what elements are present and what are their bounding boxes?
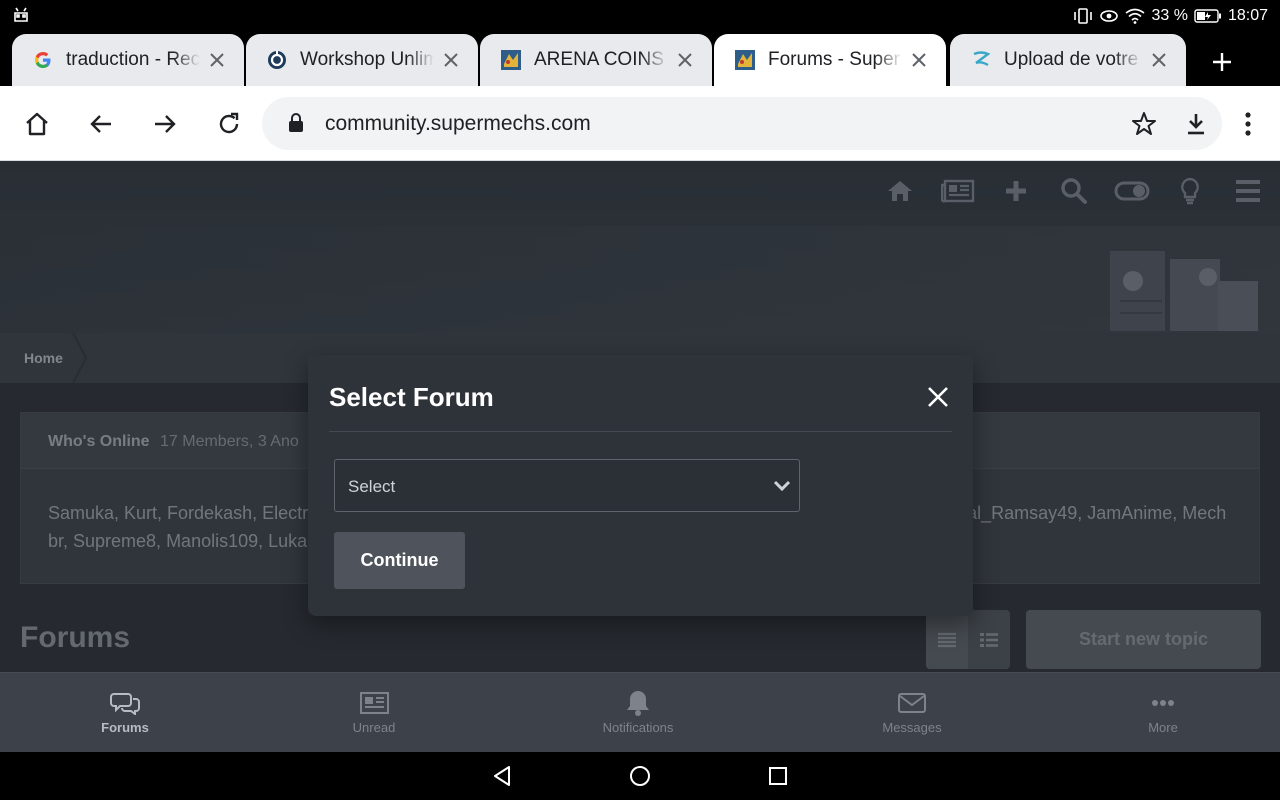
battery-icon [1194,9,1222,23]
close-icon[interactable] [908,49,930,71]
clock: 18:07 [1227,7,1268,24]
back-icon[interactable] [85,108,117,140]
android-nav-bar [0,752,1280,800]
status-bar: 33 % 18:07 [0,0,1280,34]
tab-upload-image[interactable]: Upload de votre image [950,34,1186,86]
tab-forums-supermechs[interactable]: Forums - SuperMechs [714,34,946,86]
forward-icon[interactable] [149,108,181,140]
home-icon[interactable] [882,175,918,207]
plus-icon[interactable] [998,175,1034,207]
tab-title: traduction - Recherche Google [66,49,200,70]
recents-square-icon[interactable] [766,764,790,788]
close-icon[interactable] [674,49,696,71]
zupload-icon [970,49,992,71]
tab-arena-coins[interactable]: ARENA COINS UPDATE [480,34,712,86]
battery-percent: 33 % [1151,7,1188,24]
bell-icon [558,689,718,717]
nav-unread[interactable]: Unread [294,673,454,753]
toggle-icon[interactable] [1114,175,1150,207]
more-dots-icon [1083,689,1243,717]
close-icon[interactable] [1148,49,1170,71]
url-text[interactable]: community.supermechs.com [325,112,591,136]
supermechs-icon [500,49,522,71]
tab-workshop[interactable]: Workshop Unlimited [246,34,478,86]
eye-icon [1099,9,1119,23]
tab-strip: traduction - Recherche Google Workshop U… [0,34,1280,86]
nav-label: Forums [101,720,149,735]
status-right: 33 % 18:07 [1073,7,1268,25]
nav-more[interactable]: More [1083,673,1243,753]
close-icon[interactable] [206,49,228,71]
hamburger-menu-icon[interactable] [1230,175,1266,207]
reload-icon[interactable] [213,108,245,140]
nav-label: More [1148,720,1178,735]
tab-title: ARENA COINS UPDATE [534,49,668,70]
browser-toolbar: community.supermechs.com [0,86,1280,161]
nav-messages[interactable]: Messages [832,673,992,753]
home-circle-icon[interactable] [628,764,652,788]
chat-icon [45,689,205,717]
nav-forums[interactable]: Forums [45,673,205,753]
download-icon[interactable] [1182,110,1210,138]
nav-label: Messages [882,720,942,735]
nav-notifications[interactable]: Notifications [558,673,718,753]
forum-select[interactable]: Select [334,459,800,512]
address-bar[interactable]: community.supermechs.com [262,97,1222,150]
back-triangle-icon[interactable] [490,764,514,788]
chevron-down-icon [773,480,791,492]
lock-icon[interactable] [288,113,308,135]
tab-title: Upload de votre image [1004,49,1142,70]
nav-label: Notifications [602,720,674,735]
home-icon[interactable] [21,108,53,140]
wifi-icon [1125,8,1145,24]
more-vert-icon[interactable] [1236,108,1260,140]
new-tab-icon[interactable] [1206,46,1238,78]
dialog-divider [329,431,952,432]
search-icon[interactable] [1056,175,1092,207]
bottom-navigation: Forums Unread Notifications Messages Mor… [0,672,1280,752]
site-nav-icons [882,175,1266,207]
workshop-icon [266,49,288,71]
newspaper-icon [294,689,454,717]
forum-select-value: Select [348,477,396,496]
continue-button[interactable]: Continue [334,532,465,589]
dialog-title: Select Forum [329,382,494,412]
nav-label: Unread [352,720,396,735]
bookmark-star-icon[interactable] [1130,110,1158,138]
lightbulb-icon[interactable] [1172,175,1208,207]
select-forum-dialog: Select Forum Select Continue [308,355,973,616]
header-scenery [1110,251,1258,331]
tab-title: Forums - SuperMechs [768,49,902,70]
envelope-icon [832,689,992,717]
supermechs-icon [734,49,756,71]
tab-google[interactable]: traduction - Recherche Google [12,34,244,86]
close-icon[interactable] [440,49,462,71]
tab-title: Workshop Unlimited [300,49,434,70]
newspaper-icon[interactable] [940,175,976,207]
vibrate-icon [1073,8,1093,24]
close-icon[interactable] [925,384,951,410]
google-icon [32,49,54,71]
web-page: Home Who's Online 17 Members, 3 Ano Samu… [0,161,1280,672]
android-debug-icon [12,6,32,26]
